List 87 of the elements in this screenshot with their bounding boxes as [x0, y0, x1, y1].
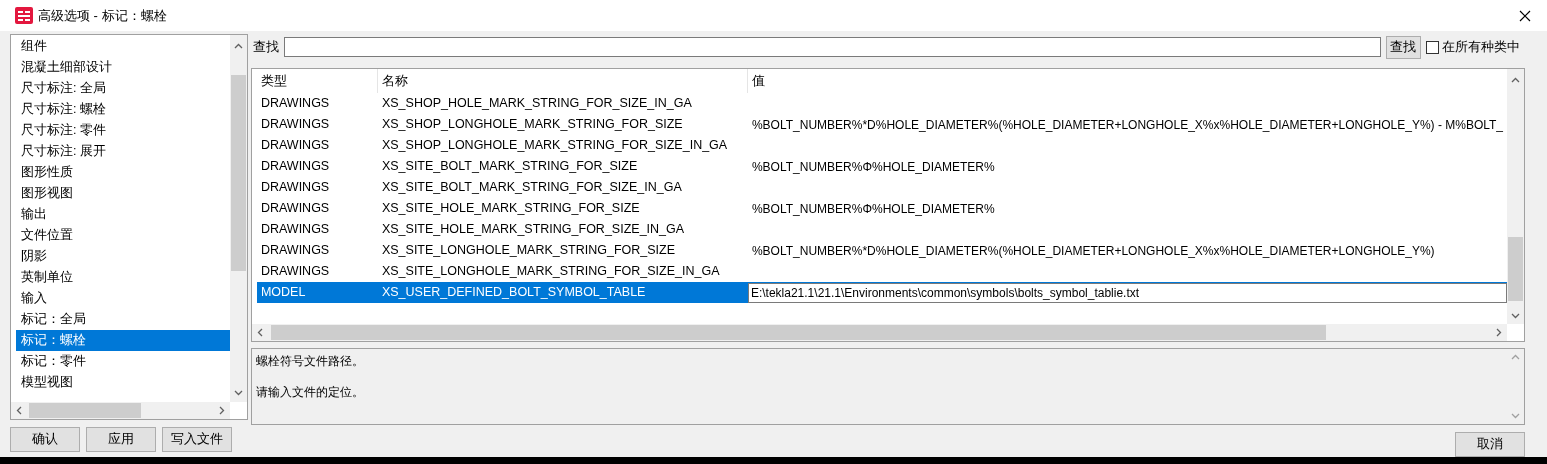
table-row[interactable]: DRAWINGS XS_SITE_BOLT_MARK_STRING_FOR_SIZE_IN_GA — [256, 177, 1507, 198]
category-item[interactable]: 模型视图 — [16, 372, 230, 393]
horizontal-scrollbar[interactable] — [11, 402, 230, 419]
category-item[interactable]: 阴影 — [16, 246, 230, 267]
value-cell-text: %BOLT_NUMBER%Φ%HOLE_DIAMETER% — [750, 200, 996, 218]
vertical-scrollbar[interactable] — [229, 35, 247, 402]
name-cell: XS_SITE_BOLT_MARK_STRING_FOR_SIZE_IN_GA — [381, 180, 682, 195]
category-item[interactable]: 图形视图 — [16, 183, 230, 204]
type-cell: DRAWINGS — [260, 243, 330, 258]
save-file-button[interactable]: 写入文件 — [162, 427, 232, 452]
type-cell: DRAWINGS — [260, 180, 330, 195]
scrollbar-thumb[interactable] — [270, 325, 1326, 340]
type-cell: DRAWINGS — [260, 222, 330, 237]
description-text: 螺栓符号文件路径。 — [255, 353, 365, 370]
table-row[interactable]: DRAWINGS XS_SITE_HOLE_MARK_STRING_FOR_SIZE_IN_GA — [256, 219, 1507, 240]
horizontal-scrollbar[interactable] — [251, 324, 1507, 341]
close-icon — [1519, 9, 1531, 22]
category-item[interactable]: 混凝土细部设计 — [16, 57, 230, 78]
scroll-left-icon — [256, 328, 263, 337]
category-item[interactable]: 尺寸标注: 展开 — [16, 141, 230, 162]
search-field[interactable] — [283, 37, 1381, 57]
apply-button[interactable]: 应用 — [86, 427, 156, 452]
category-item[interactable]: 尺寸标注: 零件 — [16, 120, 230, 141]
category-item[interactable]: 英制单位 — [16, 267, 230, 288]
scroll-down-icon — [233, 390, 243, 396]
name-cell: XS_SITE_BOLT_MARK_STRING_FOR_SIZE — [381, 159, 638, 174]
app-logo-icon — [15, 7, 33, 24]
table-row[interactable]: DRAWINGS XS_SHOP_HOLE_MARK_STRING_FOR_SIZE_IN_GA — [256, 93, 1507, 114]
category-item[interactable]: 输出 — [16, 204, 230, 225]
category-item[interactable]: 图形性质 — [16, 162, 230, 183]
scroll-down-icon — [1511, 413, 1520, 419]
type-cell: DRAWINGS — [260, 96, 330, 111]
table-row[interactable]: MODEL XS_USER_DEFINED_BOLT_SYMBOL_TABLE E:\tekla21.1\21.1\Environments\common\symbols\bolts_symbol_tablie.txt — [256, 282, 1507, 303]
table-row[interactable]: DRAWINGS XS_SHOP_LONGHOLE_MARK_STRING_FOR_SIZE_IN_GA — [256, 135, 1507, 156]
vertical-scrollbar[interactable] — [1507, 69, 1524, 324]
search-label: 查找 — [252, 38, 280, 56]
scroll-up-icon — [1511, 77, 1520, 83]
name-cell: XS_SHOP_LONGHOLE_MARK_STRING_FOR_SIZE_IN_GA — [381, 138, 728, 153]
scroll-right-icon — [218, 406, 225, 415]
table-row[interactable]: DRAWINGS XS_SITE_LONGHOLE_MARK_STRING_FOR_SIZE_IN_GA — [256, 261, 1507, 282]
cancel-button[interactable]: 取消 — [1455, 432, 1525, 457]
type-cell: DRAWINGS — [260, 138, 330, 153]
type-cell: DRAWINGS — [260, 159, 330, 174]
scrollbar-thumb[interactable] — [1508, 237, 1523, 301]
value-cell-text: %BOLT_NUMBER%Φ%HOLE_DIAMETER% — [750, 158, 996, 176]
name-cell: XS_SITE_LONGHOLE_MARK_STRING_FOR_SIZE — [381, 243, 676, 258]
window-title: 高级选项 - 标记：螺栓 — [38, 6, 167, 25]
checkbox-label: 在所有种类中 — [1441, 38, 1520, 56]
name-cell: XS_SITE_HOLE_MARK_STRING_FOR_SIZE_IN_GA — [381, 222, 685, 237]
name-cell: XS_SHOP_HOLE_MARK_STRING_FOR_SIZE_IN_GA — [381, 96, 692, 111]
name-cell: XS_SITE_HOLE_MARK_STRING_FOR_SIZE — [381, 201, 640, 216]
table-row[interactable]: DRAWINGS XS_SITE_LONGHOLE_MARK_STRING_FOR_SIZE %BOLT_NUMBER%*D%HOLE_DIAMETER%(%HOLE_DIAMETER+LONGHOLE_X%x%HOLE_DIAMETER+LONGHOLE_Y%) — [256, 240, 1507, 261]
description-text: 请输入文件的定位。 — [255, 384, 365, 401]
column-header[interactable]: 名称 — [381, 71, 408, 91]
checkbox[interactable] — [1425, 40, 1439, 54]
scroll-down-icon — [1511, 313, 1520, 319]
ok-button[interactable]: 确认 — [10, 427, 80, 452]
table-row[interactable]: DRAWINGS XS_SITE_BOLT_MARK_STRING_FOR_SIZE %BOLT_NUMBER%Φ%HOLE_DIAMETER% — [256, 156, 1507, 177]
table-row[interactable]: DRAWINGS XS_SHOP_LONGHOLE_MARK_STRING_FOR_SIZE %BOLT_NUMBER%*D%HOLE_DIAMETER%(%HOLE_DIAMETER+LONGHOLE_X%x%HOLE_DIAMETER+LONGHOLE_Y%) - M%BOLT_ — [256, 114, 1507, 135]
search-button[interactable]: 查找 — [1385, 35, 1421, 59]
value-input-field[interactable]: E:\tekla21.1\21.1\Environments\common\symbols\bolts_symbol_tablie.txt — [747, 282, 1507, 303]
type-cell: DRAWINGS — [260, 117, 330, 132]
name-cell: XS_USER_DEFINED_BOLT_SYMBOL_TABLE — [381, 285, 646, 300]
scroll-left-icon — [16, 406, 22, 415]
category-item[interactable]: 标记：螺栓 — [16, 330, 230, 351]
scroll-up-icon — [1511, 354, 1520, 360]
type-cell: DRAWINGS — [260, 264, 330, 279]
value-cell-text: %BOLT_NUMBER%*D%HOLE_DIAMETER%(%HOLE_DIAMETER+LONGHOLE_X%x%HOLE_DIAMETER+LONGHOLE_Y%) — [750, 242, 1436, 260]
category-item[interactable]: 输入 — [16, 288, 230, 309]
type-cell: DRAWINGS — [260, 201, 330, 216]
scrollbar-thumb[interactable] — [29, 403, 141, 418]
column-header[interactable]: 类型 — [260, 71, 287, 91]
scroll-right-icon — [1496, 328, 1502, 337]
category-item[interactable]: 组件 — [16, 36, 230, 57]
type-cell: MODEL — [260, 285, 306, 300]
value-cell-text: %BOLT_NUMBER%*D%HOLE_DIAMETER%(%HOLE_DIAMETER+LONGHOLE_X%x%HOLE_DIAMETER+LONGHOLE_Y%) - M%BOLT_ — [750, 116, 1504, 134]
name-cell: XS_SHOP_LONGHOLE_MARK_STRING_FOR_SIZE — [381, 117, 683, 132]
column-header[interactable]: 值 — [751, 71, 765, 91]
scrollbar-thumb[interactable] — [230, 75, 246, 271]
name-cell: XS_SITE_LONGHOLE_MARK_STRING_FOR_SIZE_IN_GA — [381, 264, 720, 279]
category-item[interactable]: 尺寸标注: 全局 — [16, 78, 230, 99]
category-item[interactable]: 标记：零件 — [16, 351, 230, 372]
table-row[interactable]: DRAWINGS XS_SITE_HOLE_MARK_STRING_FOR_SIZE %BOLT_NUMBER%Φ%HOLE_DIAMETER% — [256, 198, 1507, 219]
category-item[interactable]: 尺寸标注: 螺栓 — [16, 99, 230, 120]
scroll-up-icon — [233, 43, 243, 49]
category-item[interactable]: 文件位置 — [16, 225, 230, 246]
category-item[interactable]: 标记：全局 — [16, 309, 230, 330]
